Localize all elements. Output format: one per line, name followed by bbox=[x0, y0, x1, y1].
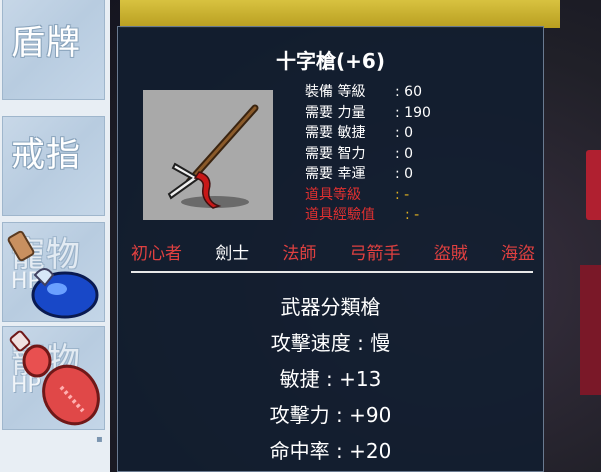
cross-spear-icon bbox=[167, 104, 259, 209]
job-requirements: 初心者 劍士 法師 弓箭手 盜賊 海盜 bbox=[131, 239, 535, 264]
item-properties: 武器分類槍 攻擊速度 : 慢 敏捷 : +13 攻擊力 : +90 命中率 : … bbox=[118, 289, 543, 469]
equip-slot-shield[interactable]: 盾牌 bbox=[2, 0, 105, 100]
stat-value: : 0 bbox=[395, 145, 414, 162]
stat-value: : 60 bbox=[395, 84, 422, 100]
job-pirate: 海盜 bbox=[500, 244, 535, 264]
slot-label: 戒指 bbox=[11, 135, 81, 175]
equip-slot-ring[interactable]: 戒指 bbox=[2, 116, 105, 216]
property-dex: 敏捷 : +13 bbox=[279, 367, 382, 391]
stat-label: 需要 幸運 bbox=[305, 166, 366, 182]
stat-label: 需要 敏捷 bbox=[305, 125, 366, 141]
property-attack-speed: 攻擊速度 : 慢 bbox=[270, 331, 391, 355]
stat-row: 道具等級 : - bbox=[305, 185, 535, 206]
equip-slot-pet-2[interactable]: 寵物 HP bbox=[2, 326, 105, 430]
stat-label: 需要 力量 bbox=[305, 104, 366, 121]
stat-label: 道具等級 bbox=[305, 186, 361, 203]
stat-label: 道具經驗值 bbox=[305, 207, 375, 223]
property-weapon-type: 武器分類槍 bbox=[280, 295, 381, 319]
background-banner bbox=[120, 0, 560, 28]
property-accuracy: 命中率 : +20 bbox=[269, 439, 392, 463]
job-beginner: 初心者 bbox=[131, 244, 182, 264]
equip-slot-pet-1[interactable]: 寵物 HP bbox=[2, 222, 105, 322]
item-stats: 裝備 等級 : 60 需要 力量 : 190 需要 敏捷 : 0 需要 智力 : 0 需… bbox=[305, 82, 535, 226]
item-tooltip: 十字槍(+6) 裝備 等級 : 60 需要 力量 : 190 需要 敏捷 : 0 需要… bbox=[117, 26, 544, 472]
stat-label: 裝備 等級 bbox=[305, 84, 366, 100]
job-magician: 法師 bbox=[282, 244, 317, 264]
property-attack: 攻擊力 : +90 bbox=[269, 403, 392, 427]
job-bowman: 弓箭手 bbox=[349, 244, 401, 264]
stat-value: : 190 bbox=[395, 104, 431, 121]
background-object bbox=[586, 150, 601, 220]
stat-row: 需要 智力 : 0 bbox=[305, 144, 535, 165]
background-object bbox=[580, 265, 601, 395]
stat-row: 道具經驗值 : - bbox=[305, 205, 535, 226]
blue-potion-icon bbox=[7, 230, 99, 319]
divider bbox=[131, 271, 533, 273]
stat-row: 裝備 等級 : 60 bbox=[305, 82, 535, 103]
stat-row: 需要 敏捷 : 0 bbox=[305, 123, 535, 144]
equipment-panel: 盾牌 戒指 寵物 HP 寵物 HP ▪ bbox=[0, 0, 110, 472]
stat-value: : - bbox=[405, 207, 420, 223]
stat-value: : 0 bbox=[395, 125, 414, 141]
stat-row: 需要 幸運 : 0 bbox=[305, 164, 535, 185]
stat-row: 需要 力量 : 190 bbox=[305, 103, 535, 124]
stat-label: 需要 智力 bbox=[305, 145, 366, 162]
job-thief: 盜賊 bbox=[433, 244, 468, 264]
job-warrior: 劍士 bbox=[215, 244, 250, 264]
stat-value: : - bbox=[395, 186, 410, 203]
stat-value: : 0 bbox=[395, 166, 414, 182]
slot-label: 盾牌 bbox=[11, 23, 81, 63]
item-name: 十字槍(+6) bbox=[276, 49, 385, 73]
corner-mark: ▪ bbox=[96, 434, 103, 445]
item-icon-box bbox=[143, 90, 273, 220]
red-potion-icon bbox=[9, 330, 100, 426]
